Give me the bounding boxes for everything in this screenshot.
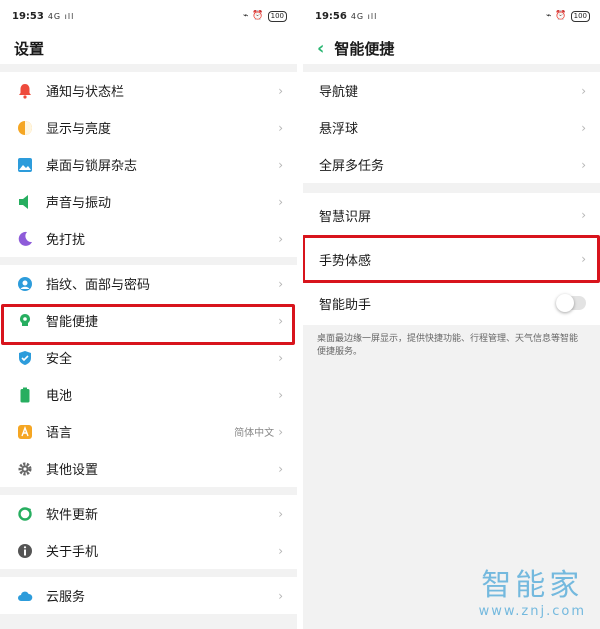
chevron-right-icon: › [278, 120, 283, 135]
settings-group-1: 通知与状态栏 › 显示与亮度 › 桌面与锁屏杂志 › 声音与振动 › 免打扰 › [0, 72, 297, 257]
chevron-right-icon: › [278, 313, 283, 328]
watermark-title: 智能家 [481, 568, 584, 603]
chevron-right-icon: › [581, 157, 586, 172]
chevron-right-icon: › [278, 424, 283, 439]
page-title: 设置 [0, 32, 297, 64]
settings-item-smart[interactable]: 智能便捷 › [0, 302, 297, 339]
settings-item-update[interactable]: 软件更新 › [0, 495, 297, 532]
language-value: 简体中文 [234, 428, 275, 439]
signal-indicator: 4G ıll [350, 11, 378, 21]
chevron-right-icon: › [278, 276, 283, 291]
bell-icon [16, 82, 34, 100]
smart-item-floating-ball[interactable]: 悬浮球 › [303, 109, 600, 146]
brightness-icon [16, 119, 34, 137]
settings-item-dnd[interactable]: 免打扰 › [0, 220, 297, 257]
chevron-right-icon: › [278, 588, 283, 603]
cloud-icon [16, 587, 34, 605]
chevron-right-icon: › [581, 208, 586, 222]
chevron-right-icon: › [278, 83, 283, 98]
chevron-right-icon: › [278, 461, 283, 476]
watermark: 智能家 www.znj.com [479, 560, 586, 619]
vibrate-icon: ⌁ [242, 11, 249, 21]
settings-item-battery[interactable]: 电池 › [0, 376, 297, 413]
settings-item-wallpaper[interactable]: 桌面与锁屏杂志 › [0, 146, 297, 183]
status-bar: 19:56 4G ıll ⌁ ⏰ 100 [303, 0, 600, 32]
smart-item-gestures[interactable]: 手势体感 › [303, 237, 600, 281]
smart-item-screen-recognition[interactable]: 智慧识屏 › [303, 193, 600, 237]
alarm-icon: ⏰ [555, 11, 567, 21]
smart-item-fullscreen-multitask[interactable]: 全屏多任务 › [303, 146, 600, 183]
chevron-right-icon: › [278, 350, 283, 365]
settings-item-display[interactable]: 显示与亮度 › [0, 109, 297, 146]
settings-item-about[interactable]: 关于手机 › [0, 532, 297, 569]
smart-convenience-screen: 19:56 4G ıll ⌁ ⏰ 100 ‹ 智能便捷 导航键 › 悬浮球 › … [303, 0, 600, 629]
settings-item-cloud[interactable]: 云服务 › [0, 577, 297, 614]
smart-item-navigation-keys[interactable]: 导航键 › [303, 72, 600, 109]
status-bar: 19:53 4G ıll ⌁ ⏰ 100 [0, 0, 297, 32]
assistant-toggle[interactable] [556, 294, 586, 312]
settings-group-4: 云服务 › [0, 577, 297, 614]
chevron-right-icon: › [278, 231, 283, 246]
speaker-icon [16, 193, 34, 211]
chevron-right-icon: › [581, 120, 586, 135]
chevron-right-icon: › [278, 387, 283, 402]
chevron-right-icon: › [278, 543, 283, 558]
signal-indicator: 4G ıll [47, 11, 75, 21]
shield-icon [16, 349, 34, 367]
update-icon [16, 505, 34, 523]
chevron-right-icon: › [278, 194, 283, 209]
battery-status: 100 [267, 10, 287, 22]
wallpaper-icon [16, 156, 34, 174]
smart-group-1: 导航键 › 悬浮球 › 全屏多任务 › [303, 72, 600, 183]
gear-icon [16, 460, 34, 478]
smart-item-assistant[interactable]: 智能助手 [303, 281, 600, 325]
chevron-right-icon: › [278, 506, 283, 521]
moon-icon [16, 230, 34, 248]
battery-status: 100 [570, 10, 590, 22]
chevron-right-icon: › [581, 83, 586, 98]
assistant-description: 桌面最边缘一屏显示，提供快捷功能、行程管理、天气信息等智能便捷服务。 [303, 325, 600, 367]
chevron-right-icon: › [278, 157, 283, 172]
back-arrow-icon[interactable]: ‹ [317, 38, 324, 59]
settings-group-2: 指纹、面部与密码 › 智能便捷 › 安全 › 电池 › 语言 简体中文 › 其他… [0, 265, 297, 487]
settings-item-sound[interactable]: 声音与振动 › [0, 183, 297, 220]
language-icon [16, 423, 34, 441]
info-icon [16, 542, 34, 560]
page-header: ‹ 智能便捷 [303, 32, 600, 64]
vibrate-icon: ⌁ [545, 11, 552, 21]
settings-item-other[interactable]: 其他设置 › [0, 450, 297, 487]
battery-icon [16, 386, 34, 404]
settings-screen: 19:53 4G ıll ⌁ ⏰ 100 设置 通知与状态栏 › 显示与亮度 › [0, 0, 297, 629]
smart-bulb-icon [16, 312, 34, 330]
page-title: 智能便捷 [334, 39, 395, 58]
status-time: 19:56 [315, 10, 347, 22]
fingerprint-icon [16, 275, 34, 293]
settings-item-language[interactable]: 语言 简体中文 › [0, 413, 297, 450]
status-time: 19:53 [12, 10, 44, 22]
settings-item-fingerprint[interactable]: 指纹、面部与密码 › [0, 265, 297, 302]
settings-group-3: 软件更新 › 关于手机 › [0, 495, 297, 569]
chevron-right-icon: › [581, 252, 586, 266]
settings-item-security[interactable]: 安全 › [0, 339, 297, 376]
smart-group-2: 智慧识屏 › 手势体感 › 智能助手 [303, 193, 600, 325]
watermark-url: www.znj.com [478, 604, 586, 619]
alarm-icon: ⏰ [252, 11, 264, 21]
settings-item-notifications[interactable]: 通知与状态栏 › [0, 72, 297, 109]
